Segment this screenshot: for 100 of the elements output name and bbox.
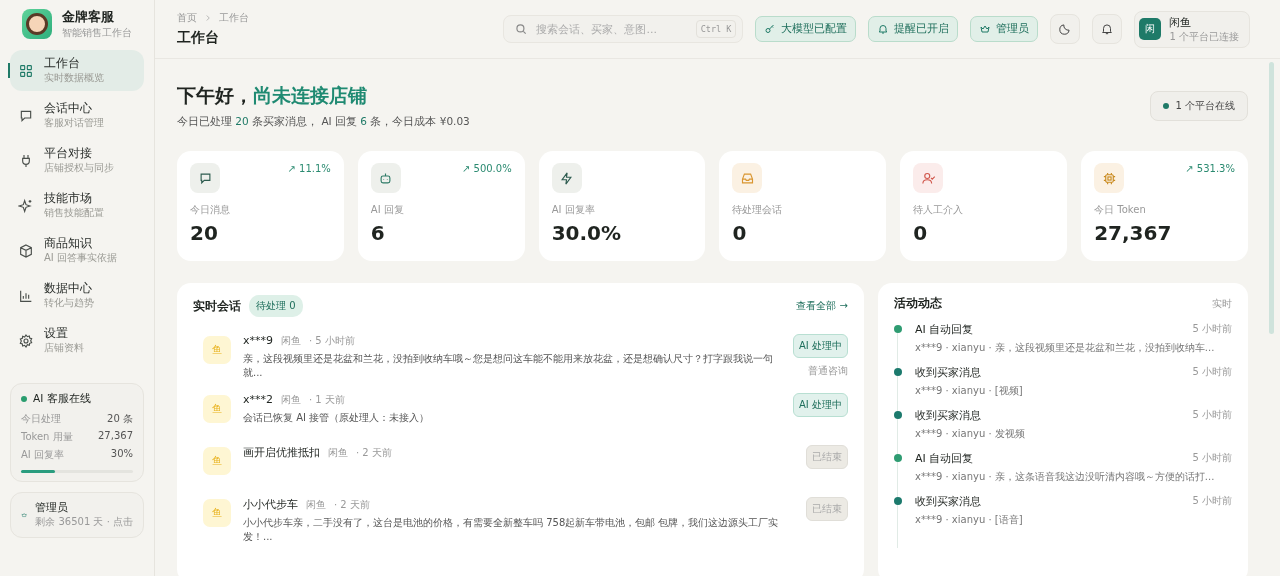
message-preview: 亲，这段视频里还是花盆和兰花，没拍到收纳车哦～您是想问这车能不能用来放花盆，还是想确认尺寸？打字跟我说一句就... <box>243 352 774 379</box>
pending-badge: 待处理 0 <box>249 295 303 317</box>
activity-detail: x***9 · xianyu · 发视频 <box>915 427 1026 441</box>
daily-summary: 今日已处理 20 条买家消息， AI 回复 6 条，今日成本 ¥0.03 <box>177 115 470 129</box>
notification-button[interactable] <box>1092 14 1123 44</box>
activity-detail: x***9 · xianyu · 亲，这条语音我这边没听清内容哦～方便的话打... <box>915 470 1216 484</box>
platform-name: 闲鱼 <box>328 446 348 460</box>
status-chip[interactable]: 提醒已开启 <box>868 16 959 42</box>
stat-label: 今日 Token <box>1094 203 1147 217</box>
stat-value: 0 <box>732 221 748 245</box>
user-check-icon <box>913 163 944 193</box>
message-time: · 5 小时前 <box>309 334 355 348</box>
admin-card[interactable]: 管理员 剩余 36501 天 · 点击 <box>10 492 144 538</box>
activity-time: 5 小时前 <box>1192 408 1232 422</box>
platform-name: 闲鱼 <box>281 393 301 407</box>
stat-value: 0 <box>913 221 929 245</box>
platform-avatar: 鱼 <box>203 395 231 423</box>
message-time: · 2 天前 <box>356 446 392 460</box>
account-subtitle: 1 个平台已连接 <box>1169 29 1239 44</box>
activity-title: 收到买家消息 <box>915 408 981 423</box>
activity-title: 收到买家消息 <box>915 494 981 509</box>
chat-bubble-icon <box>190 163 220 193</box>
intent-tag: 普通咨询 <box>808 364 848 378</box>
timeline-dot <box>894 325 902 333</box>
stat-value: 27,367 <box>98 430 133 443</box>
activity-time: 5 小时前 <box>1192 451 1232 465</box>
key-icon <box>764 23 777 35</box>
stat-label: 待人工介入 <box>913 203 965 217</box>
nav-item[interactable]: 技能市场 销售技能配置 <box>10 185 144 226</box>
online-badge: 1 个平台在线 <box>1150 91 1248 121</box>
message-preview: 会话已恢复 AI 接管（原处理人：未接入） <box>243 411 431 425</box>
grid-icon <box>18 62 34 79</box>
buyer-name: x***9 <box>243 334 273 347</box>
stat-label: AI 回复率 <box>551 203 596 217</box>
sparkle-icon <box>18 197 34 214</box>
status-badge: AI 处理中 <box>793 393 848 417</box>
platform-avatar: 鱼 <box>203 447 231 475</box>
theme-toggle-button[interactable] <box>1050 14 1081 44</box>
inbox-icon <box>732 163 763 193</box>
timeline-dot <box>894 368 902 376</box>
message-time: · 1 天前 <box>309 393 345 407</box>
robot-icon <box>370 163 401 193</box>
conversation-row[interactable]: 鱼 x***9 闲鱼 · 5 小时前 亲，这段视频里还是花盆和兰花，没拍到收纳车哦～您是想问这车能不能用来放花盆，还是想确认尺寸？打字跟我说一句就... AI 处理中 普通咨询 <box>193 327 848 386</box>
activity-detail: x***9 · xianyu · [视频] <box>915 384 1024 398</box>
platform-avatar: 鱼 <box>203 336 231 364</box>
platform-name: 闲鱼 <box>281 334 301 348</box>
store-status-title: 尚未连接店铺 <box>253 84 367 106</box>
panel-title: 活动动态 <box>894 295 942 312</box>
activity-detail: x***9 · xianyu · 亲，这段视频里还是花盆和兰花，没拍到收纳车... <box>915 341 1216 355</box>
activity-time: 5 小时前 <box>1192 322 1232 336</box>
view-all-link[interactable]: 查看全部 → <box>796 299 848 313</box>
crown-icon <box>979 23 992 35</box>
lightning-icon <box>551 163 582 193</box>
chip-icon <box>1094 163 1125 193</box>
trend-label: ↗ 500.0% <box>461 163 512 174</box>
stat-value: 6 <box>370 221 386 245</box>
settings-icon <box>18 332 34 349</box>
activity-time: 5 小时前 <box>1192 494 1232 508</box>
activity-detail: x***9 · xianyu · [语音] <box>915 513 1024 527</box>
shortcut-key: Ctrl K <box>695 20 737 38</box>
activity-title: AI 自动回复 <box>915 451 974 466</box>
activity-time: 5 小时前 <box>1192 365 1232 379</box>
nav-item[interactable]: 商品知识 AI 回答事实依据 <box>10 230 144 271</box>
nav-item[interactable]: 数据中心 转化与趋势 <box>10 275 144 316</box>
stat-label: 今日处理 <box>21 412 61 426</box>
bell-icon <box>1100 22 1115 36</box>
timeline-dot <box>894 454 902 462</box>
account-avatar: 闲 <box>1139 18 1162 40</box>
conversation-row[interactable]: 鱼 x***2 闲鱼 · 1 天前 会话已恢复 AI 接管（原处理人：未接入） AI 处理中 <box>193 386 848 438</box>
buyer-name: 小小代步车 <box>243 497 298 512</box>
stat-label: Token 用量 <box>21 430 73 444</box>
scrollbar[interactable] <box>1269 62 1274 334</box>
stat-label: 今日消息 <box>190 203 231 217</box>
stat-label: 待处理会话 <box>732 203 784 217</box>
admin-subtitle: 剩余 36501 天 · 点击 <box>35 515 133 529</box>
nav-item[interactable]: 平台对接 店铺授权与同步 <box>10 140 144 181</box>
nav-item[interactable]: 工作台 实时数据概览 <box>10 50 144 91</box>
status-chip[interactable]: 大模型已配置 <box>755 16 857 42</box>
trend-label: ↗ 11.1% <box>287 163 331 174</box>
admin-title: 管理员 <box>35 501 70 515</box>
stat-value: 20 <box>190 221 219 245</box>
page-title: 工作台 <box>177 29 220 47</box>
stat-value: 20 条 <box>107 412 133 426</box>
bell-icon <box>877 23 890 35</box>
activity-title: 收到买家消息 <box>915 365 981 380</box>
buyer-name: 画开启优推抵扣 <box>243 445 320 460</box>
buyer-name: x***2 <box>243 393 273 406</box>
realtime-label: 实时 <box>1212 296 1232 311</box>
search-input[interactable]: 搜索会话、买家、意图... <box>534 21 690 37</box>
ai-status-title: AI 客服在线 <box>33 392 91 406</box>
account-menu[interactable]: 闲 闲鱼 1 个平台已连接 <box>1134 10 1250 48</box>
account-name: 闲鱼 <box>1169 14 1193 30</box>
stat-value: 30.0% <box>551 221 623 245</box>
status-chip[interactable]: 管理员 <box>970 16 1039 42</box>
nav-item[interactable]: 设置 店铺资料 <box>10 320 144 361</box>
greeting-title: 下午好， <box>177 84 253 106</box>
trend-label: ↗ 531.3% <box>1185 163 1235 174</box>
nav-item[interactable]: 会话中心 客服对话管理 <box>10 95 144 136</box>
stat-label: AI 回复 <box>370 203 405 217</box>
activity-title: AI 自动回复 <box>915 322 974 337</box>
